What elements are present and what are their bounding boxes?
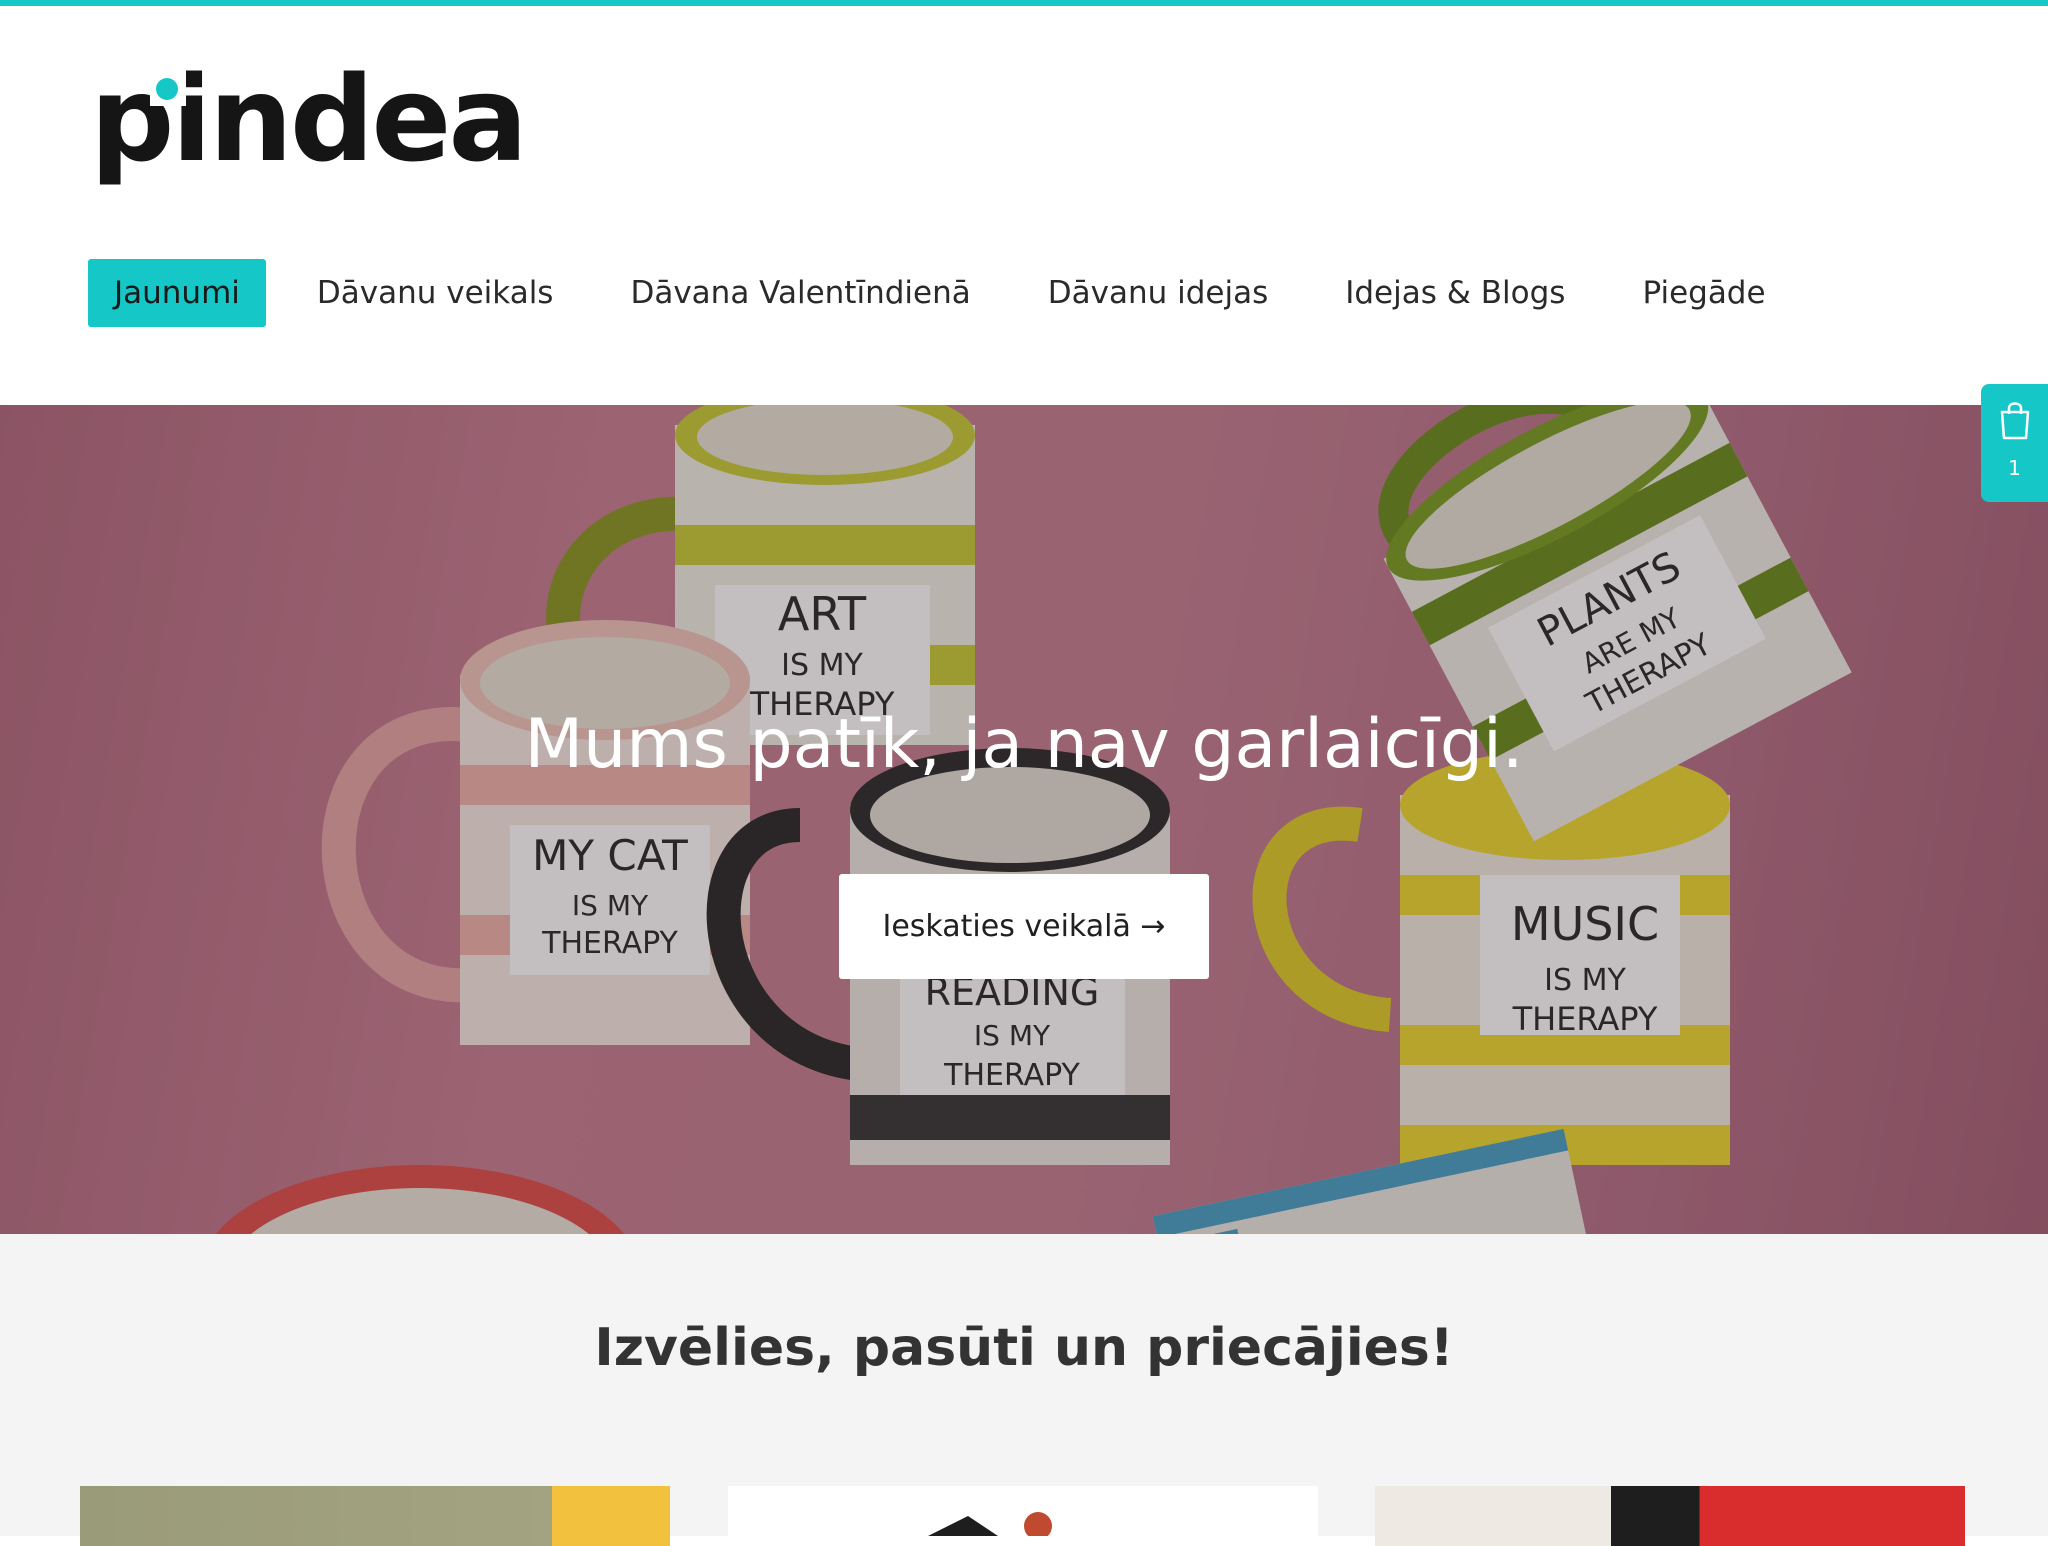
card-image bbox=[928, 1512, 1052, 1540]
hero-overlay bbox=[0, 405, 2048, 1234]
hero-title: Mums patīk, ja nav garlaicīgi. bbox=[524, 705, 1524, 784]
shop-cta-button[interactable]: Ieskaties veikalā → bbox=[839, 874, 1209, 979]
hero-banner: ART IS MY THERAPY MY CAT IS MY THERAPY R… bbox=[0, 405, 2048, 1234]
nav-item-idejas-blogs[interactable]: Idejas & Blogs bbox=[1319, 259, 1591, 327]
cart-count: 1 bbox=[2008, 456, 2021, 480]
shopping-bag-icon bbox=[2000, 402, 2030, 440]
category-card[interactable] bbox=[1375, 1486, 1965, 1546]
top-accent-bar bbox=[0, 0, 2048, 6]
category-card[interactable] bbox=[728, 1486, 1318, 1546]
nav-item-piegade[interactable]: Piegāde bbox=[1616, 259, 1791, 327]
category-card[interactable] bbox=[80, 1486, 670, 1546]
main-navigation: Jaunumi Dāvanu veikals Dāvana Valentīndi… bbox=[88, 259, 1817, 327]
nav-item-davanu-veikals[interactable]: Dāvanu veikals bbox=[291, 259, 580, 327]
nav-item-davanu-idejas[interactable]: Dāvanu idejas bbox=[1022, 259, 1294, 327]
nav-item-jaunumi[interactable]: Jaunumi bbox=[88, 259, 266, 327]
section-title: Izvēlies, pasūti un priecājies! bbox=[594, 1318, 1454, 1378]
nav-item-davana-valentindiena[interactable]: Dāvana Valentīndienā bbox=[604, 259, 996, 327]
cart-button[interactable]: 1 bbox=[1981, 384, 2048, 502]
logo-dot bbox=[156, 78, 178, 100]
